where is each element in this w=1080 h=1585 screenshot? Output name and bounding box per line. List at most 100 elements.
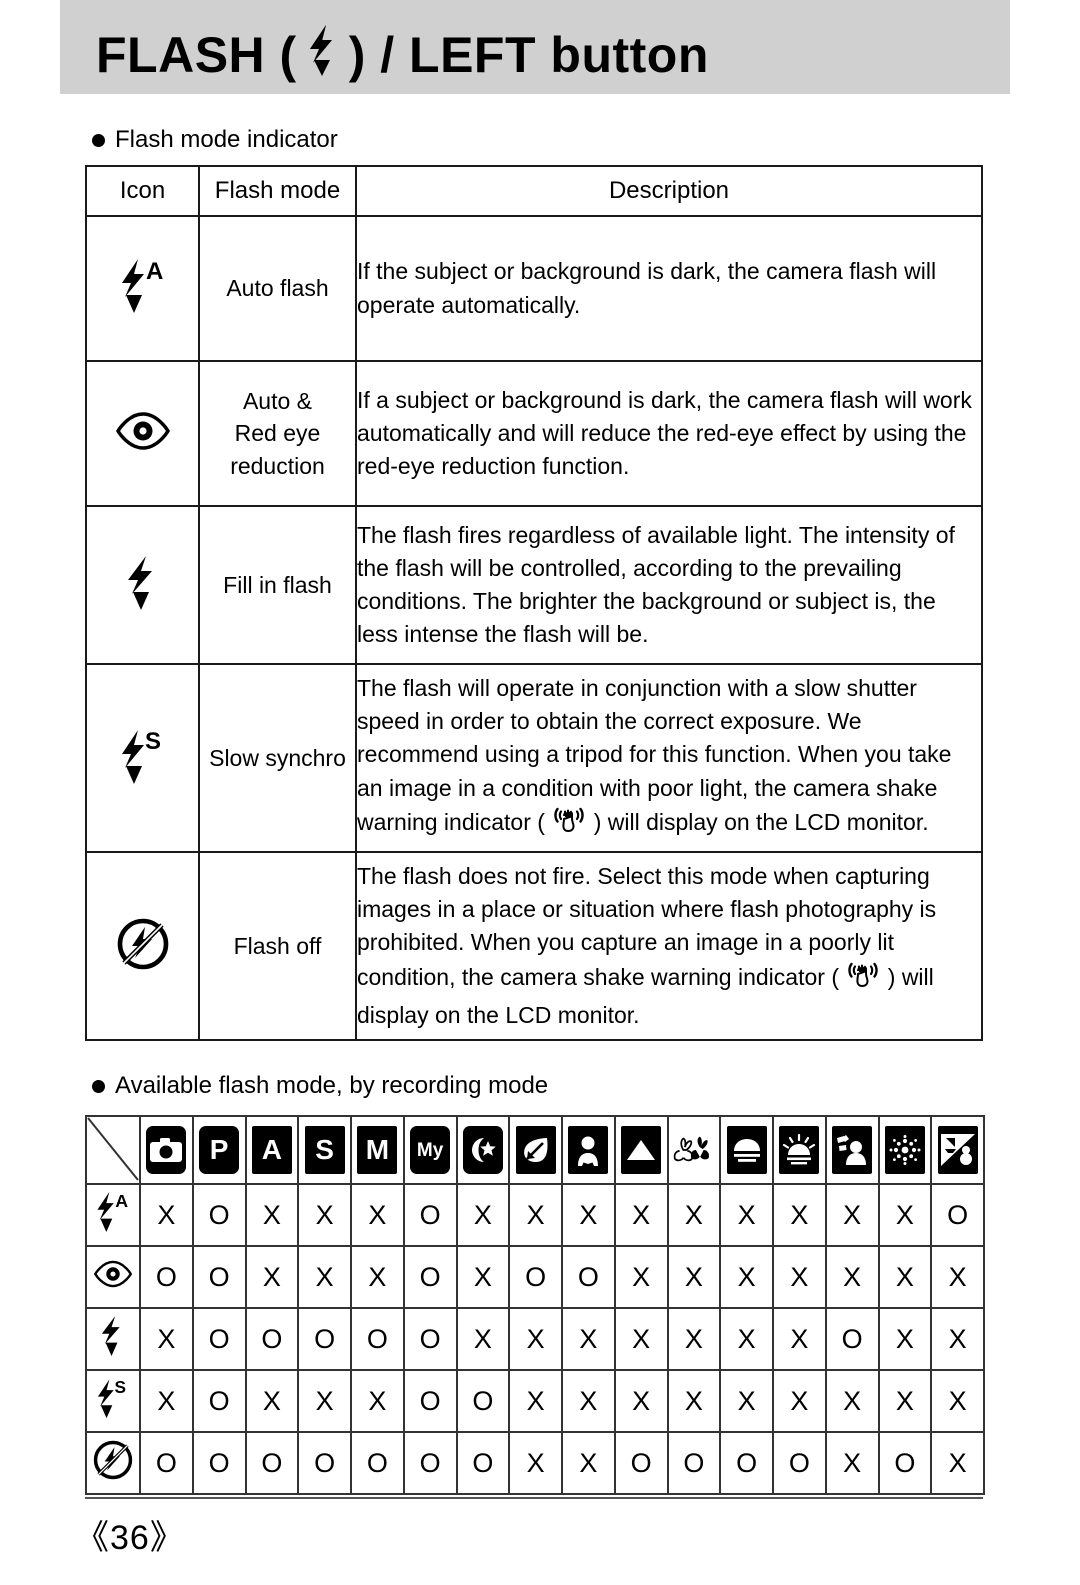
mode-column-my-set: My: [402, 1115, 458, 1185]
page-number: 《36》: [75, 1519, 185, 1557]
flash-mode-description: If a subject or background is dark, the …: [355, 360, 983, 507]
section-1-heading: Flash mode indicator: [92, 128, 338, 152]
column-header-flash-mode: Flash mode: [198, 165, 357, 217]
matrix-cell: X: [455, 1245, 511, 1309]
slow-synchro-icon: S: [116, 728, 170, 792]
flash-mode-label: Flash off: [198, 851, 357, 1041]
matrix-cell: X: [561, 1369, 616, 1433]
matrix-cell: X: [244, 1369, 300, 1433]
matrix-cell: O: [191, 1307, 247, 1371]
matrix-cell: O: [402, 1369, 458, 1433]
flash-mode-label-line-2: Red eye: [234, 420, 321, 447]
description-part-2: ) will display on the LCD monitor.: [593, 808, 929, 835]
matrix-cell: O: [455, 1431, 511, 1495]
mode-column-portrait: [561, 1115, 616, 1185]
matrix-cell: X: [877, 1245, 933, 1309]
row-header-flash-auto: A: [85, 1183, 141, 1247]
matrix-cell: O: [508, 1245, 563, 1309]
page-title-before: FLASH (: [96, 27, 297, 83]
my-set-mode-icon: My: [410, 1126, 451, 1174]
mode-column-auto: [139, 1115, 194, 1185]
flash-mode-label: Slow synchro: [198, 663, 357, 853]
mode-column-close-up: [666, 1115, 722, 1185]
matrix-cell: O: [350, 1431, 405, 1495]
flash-off-icon-cell: [85, 851, 200, 1041]
matrix-cell: O: [666, 1431, 722, 1495]
matrix-cell: O: [191, 1245, 247, 1309]
matrix-cell: X: [561, 1307, 616, 1371]
flash-mode-description: If the subject or background is dark, th…: [355, 215, 983, 362]
matrix-row: O O X X X O X O O X X X X X X X: [85, 1245, 985, 1309]
matrix-cell: X: [772, 1369, 827, 1433]
matrix-cell: X: [508, 1369, 563, 1433]
matrix-cell: O: [402, 1307, 458, 1371]
row-header-fill-in-flash: [85, 1307, 141, 1371]
mode-column-fireworks: [877, 1115, 933, 1185]
matrix-cell: X: [877, 1307, 933, 1371]
matrix-cell: X: [824, 1431, 880, 1495]
matrix-row: X O O O O O X X X X X X X O X X: [85, 1307, 985, 1371]
matrix-cell: O: [930, 1183, 985, 1247]
row-header-flash-off: [85, 1431, 141, 1495]
flash-mode-description: The flash fires regardless of available …: [355, 505, 983, 665]
fill-in-flash-icon-cell: [85, 505, 200, 665]
manual-mode-icon: M: [357, 1126, 398, 1174]
matrix-cell: X: [666, 1183, 722, 1247]
matrix-cell: O: [191, 1369, 247, 1433]
matrix-cell: X: [877, 1369, 933, 1433]
flash-auto-icon-cell: A: [85, 215, 200, 362]
matrix-corner-cell: [85, 1115, 141, 1185]
beach-snow-mode-icon: [937, 1126, 978, 1174]
page-header-bar: FLASH ( ) / LEFT button: [60, 0, 1010, 94]
shutter-mode-icon: S: [304, 1126, 345, 1174]
matrix-cell: O: [139, 1245, 194, 1309]
bullet-dot-icon: [92, 133, 105, 147]
matrix-cell: O: [402, 1245, 458, 1309]
section-2-heading: Available flash mode, by recording mode: [92, 1074, 548, 1098]
matrix-cell: X: [719, 1307, 774, 1371]
matrix-cell: X: [772, 1307, 827, 1371]
svg-text:A: A: [115, 1190, 128, 1210]
portrait-mode-icon: [568, 1126, 609, 1174]
matrix-cell: X: [297, 1245, 352, 1309]
matrix-cell: X: [508, 1183, 563, 1247]
table-row: A Auto flash If the subject or backgroun…: [85, 215, 983, 362]
mode-column-program: P: [191, 1115, 247, 1185]
flash-mode-label: Auto flash: [198, 215, 357, 362]
matrix-cell: X: [930, 1431, 985, 1495]
matrix-cell: O: [297, 1431, 352, 1495]
matrix-cell: X: [561, 1431, 616, 1495]
mode-column-backlight: [824, 1115, 880, 1185]
svg-text:S: S: [114, 1376, 126, 1396]
section-2-heading-label: Available flash mode, by recording mode: [115, 1072, 549, 1099]
flash-mode-indicator-table: Icon Flash mode Description A Auto flash…: [85, 165, 983, 1041]
matrix-cell: O: [402, 1431, 458, 1495]
flash-mode-label-line-1: Auto &: [242, 387, 313, 414]
section-1-heading-label: Flash mode indicator: [115, 126, 338, 153]
flash-mode-label: Fill in flash: [198, 505, 357, 665]
fireworks-mode-icon: [884, 1126, 925, 1174]
program-mode-icon: P: [199, 1126, 240, 1174]
bullet-dot-icon: [92, 1079, 105, 1093]
matrix-cell: X: [666, 1307, 722, 1371]
matrix-cell: X: [824, 1369, 880, 1433]
matrix-cell: X: [772, 1245, 827, 1309]
matrix-cell: X: [719, 1245, 774, 1309]
matrix-cell: O: [139, 1431, 194, 1495]
matrix-cell: X: [824, 1183, 880, 1247]
matrix-cell: O: [561, 1245, 616, 1309]
matrix-header-row: P A S M My: [85, 1115, 985, 1185]
table-row: S Slow synchro The flash will operate in…: [85, 663, 983, 853]
matrix-cell: X: [613, 1369, 669, 1433]
mode-column-shutter: S: [297, 1115, 352, 1185]
mode-column-sport: [508, 1115, 563, 1185]
matrix-cell: X: [666, 1369, 722, 1433]
svg-text:S: S: [145, 728, 161, 755]
mode-column-dawn: [772, 1115, 827, 1185]
matrix-cell: X: [297, 1183, 352, 1247]
matrix-row: S X O X X X O O X X X X X X X X X: [85, 1369, 985, 1433]
matrix-cell: X: [719, 1369, 774, 1433]
aperture-mode-icon: A: [251, 1126, 292, 1174]
column-header-icon: Icon: [85, 165, 200, 217]
matrix-cell: X: [561, 1183, 616, 1247]
